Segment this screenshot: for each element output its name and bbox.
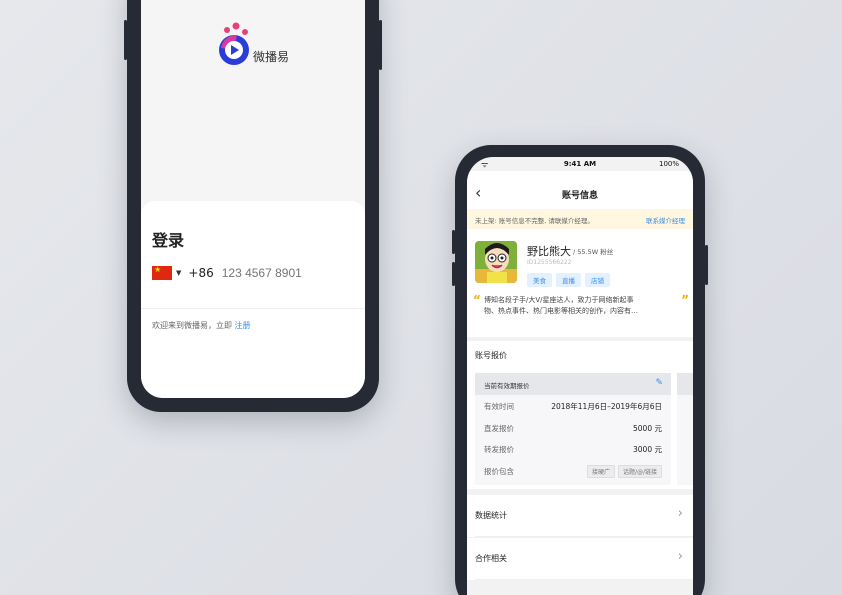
include-pill: 接硬广	[586, 464, 615, 478]
tag-food: 美食	[527, 273, 552, 287]
divider	[475, 536, 693, 537]
chevron-right-icon: ›	[677, 549, 683, 564]
phone-number-row: ▼ +86	[152, 264, 352, 282]
quote-section-header: 账号报价	[467, 341, 693, 369]
login-title: 登录	[152, 231, 185, 250]
quote-section: 当前有效期报价 ✎ 有效时间 2018年11月6日–2019年6月6日 直发报价…	[467, 369, 693, 489]
quote-card-title: 当前有效期报价	[484, 382, 530, 390]
status-bar: ᯤ 9:41 AM 100%	[467, 159, 693, 171]
quote-row-label: 直发报价	[484, 423, 514, 433]
chevron-right-icon: ›	[677, 506, 683, 521]
dropdown-caret-icon[interactable]: ▼	[176, 269, 181, 277]
quote-card-header: 当前有效期报价 ✎	[475, 373, 671, 395]
quote-row: 有效时间 2018年11月6日–2019年6月6日	[475, 395, 671, 417]
battery-indicator: 100%	[658, 160, 679, 168]
close-quote-icon: ”	[681, 293, 689, 307]
notice-banner: 未上架: 账号信息不完整, 请联媒介经理。 联系媒介经理	[467, 209, 693, 229]
quote-row-value: 3000 元	[633, 445, 662, 454]
logo-text: 微播易	[253, 50, 290, 64]
profile-name: 野比熊大	[527, 245, 571, 258]
menu-item-stats[interactable]: 数据统计 ›	[467, 495, 693, 537]
power-button	[705, 245, 708, 285]
quote-row: 转发报价 3000 元	[475, 438, 671, 460]
notice-message: 未上架: 账号信息不完整, 请联媒介经理。	[475, 217, 594, 225]
welcome-label: 欢迎来到微播易，立即	[152, 321, 235, 330]
volume-down-button	[452, 262, 455, 286]
menu-item-cooperation[interactable]: 合作相关 ›	[467, 538, 693, 580]
quote-row: 报价包含 接硬广 话题/@/链接	[475, 460, 671, 482]
account-screen: ᯤ 9:41 AM 100% ‹ 账号信息 未上架: 账号信息不完整, 请联媒介…	[467, 157, 693, 595]
volume-button	[124, 20, 127, 60]
profile-id: ID1255566222	[527, 259, 572, 266]
avatar	[475, 241, 517, 283]
profile-bio: 博知名段子手/大V/星座达人，致力于网络新起事 物、热点事件、热门电影等相关的创…	[484, 295, 674, 317]
login-phone-mockup: 微播易 登录 ▼ +86 欢迎来到微播易，立即 注册	[124, 0, 382, 412]
menu-item-label: 数据统计	[475, 511, 507, 520]
volume-up-button	[452, 230, 455, 254]
quote-row-value: 5000 元	[633, 423, 662, 433]
cartoon-avatar-icon	[475, 241, 517, 283]
profile-card: 野比熊大 / 55.5W 粉丝 ID1255566222 美食 直播 店铺 “ …	[467, 229, 693, 337]
next-quote-card[interactable]	[677, 373, 693, 485]
open-quote-icon: “	[473, 293, 481, 307]
quote-row-value: 2018年11月6日–2019年6月6日	[551, 402, 662, 411]
divider	[141, 308, 365, 309]
play-logo-icon	[219, 22, 249, 65]
quote-row-label: 有效时间	[484, 402, 514, 411]
quote-row: 直发报价 5000 元	[475, 417, 671, 439]
app-logo: 微播易	[217, 20, 307, 68]
tag-live: 直播	[556, 273, 581, 287]
phone-input[interactable]	[221, 266, 332, 280]
tag-list: 美食 直播 店铺	[527, 273, 610, 287]
register-link[interactable]: 注册	[235, 321, 251, 330]
quote-row-label: 报价包含	[484, 466, 514, 476]
menu-item-label: 合作相关	[475, 554, 507, 563]
contact-manager-link[interactable]: 联系媒介经理	[646, 215, 685, 225]
tag-shop: 店铺	[585, 273, 610, 287]
fans-count: / 55.5W 粉丝	[573, 248, 614, 256]
bio-line: 物、热点事件、热门电影等相关的创作，内容有…	[484, 307, 638, 315]
welcome-text: 欢迎来到微播易，立即 注册	[152, 320, 251, 331]
power-button	[379, 20, 382, 70]
include-pill: 话题/@/链接	[617, 464, 662, 478]
quote-card[interactable]: 当前有效期报价 ✎ 有效时间 2018年11月6日–2019年6月6日 直发报价…	[475, 373, 671, 485]
bio-line: 博知名段子手/大V/星座达人，致力于网络新起事	[484, 296, 634, 304]
quote-row-label: 转发报价	[484, 445, 514, 454]
country-code: +86	[188, 266, 214, 280]
edit-icon[interactable]: ✎	[655, 378, 663, 388]
page-title: 账号信息	[561, 191, 598, 201]
login-screen: 微播易 登录 ▼ +86 欢迎来到微播易，立即 注册	[141, 0, 365, 398]
china-flag-icon[interactable]	[152, 265, 172, 280]
quote-section-title: 账号报价	[475, 351, 507, 360]
include-pills: 接硬广 话题/@/链接	[584, 464, 662, 478]
divider	[475, 579, 693, 580]
account-phone-mockup: ᯤ 9:41 AM 100% ‹ 账号信息 未上架: 账号信息不完整, 请联媒介…	[452, 145, 708, 595]
